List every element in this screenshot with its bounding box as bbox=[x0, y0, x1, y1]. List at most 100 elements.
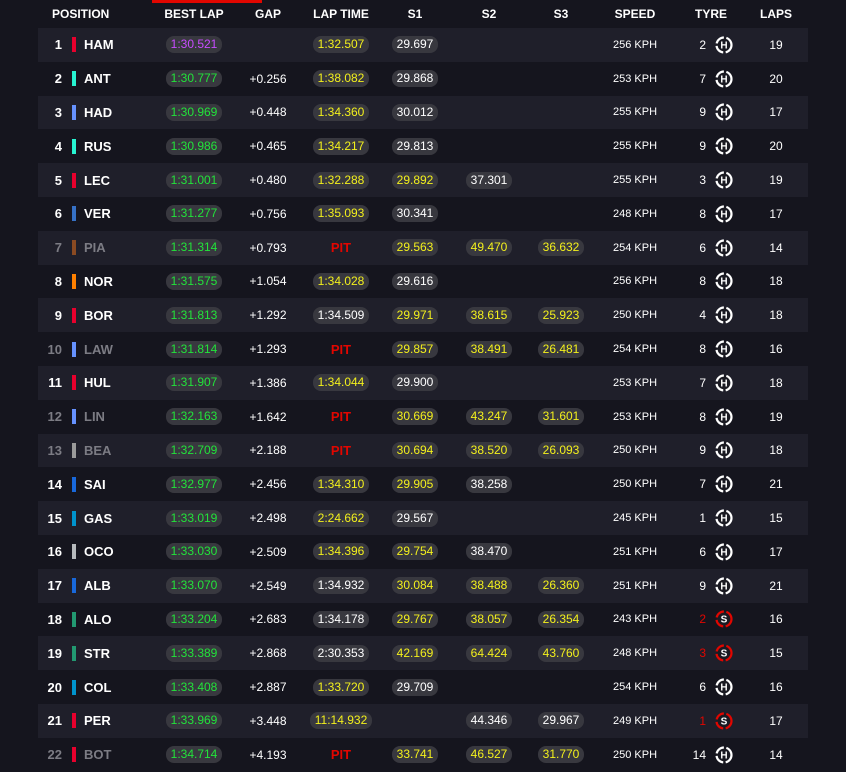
best-lap-cell: 1:31.907 bbox=[158, 366, 230, 400]
lap-time: 1:34.217 bbox=[312, 137, 370, 155]
driver-cell: BOT bbox=[84, 738, 144, 772]
gap-value: +2.188 bbox=[249, 443, 287, 458]
position-cell: 16 bbox=[38, 535, 62, 569]
best-lap-cell: 1:34.714 bbox=[158, 738, 230, 772]
speed-cell: 254 KPH bbox=[600, 231, 670, 265]
gap-cell: +2.188 bbox=[236, 434, 300, 468]
best-lap-time: 1:31.907 bbox=[165, 374, 223, 392]
s2-time: 38.470 bbox=[465, 543, 513, 561]
header-s2[interactable]: S2 bbox=[456, 0, 522, 28]
position-number: 12 bbox=[47, 409, 62, 425]
tyre-compound-letter: H bbox=[720, 514, 727, 525]
table-row[interactable]: 20 COL 1:33.408 +2.887 1:33.720 29.709 254 KPH… bbox=[38, 670, 808, 704]
position-number: 9 bbox=[54, 307, 62, 323]
table-row[interactable]: 21 PER 1:33.969 +3.448 11:14.932 44.346 29.967… bbox=[38, 703, 808, 738]
s1-time: 29.857 bbox=[391, 340, 439, 358]
table-row[interactable]: 13 BEA 1:32.709 +2.188 PIT 30.694 38.520 26.093… bbox=[38, 433, 808, 468]
s2-cell bbox=[456, 265, 522, 299]
tyre-cell: 1S bbox=[688, 704, 734, 738]
table-row[interactable]: 3 HAD 1:30.969 +0.448 1:34.360 30.012 255 KPH 9… bbox=[38, 95, 808, 130]
tyre-compound-letter: H bbox=[720, 142, 727, 153]
hard-tyre-icon: H bbox=[715, 36, 733, 54]
laps-count: 19 bbox=[769, 173, 783, 188]
s1-time: 29.900 bbox=[391, 374, 439, 392]
table-row[interactable]: 18 ALO 1:33.204 +2.683 1:34.178 29.767 38.057 2… bbox=[38, 602, 808, 637]
s1-cell: 33.741 bbox=[382, 738, 448, 772]
laps-cell: 17 bbox=[750, 96, 802, 130]
header-s3[interactable]: S3 bbox=[528, 0, 594, 28]
driver-code: HAD bbox=[84, 104, 113, 120]
driver-code: PIA bbox=[84, 240, 106, 256]
table-row[interactable]: 10 LAW 1:31.814 +1.293 PIT 29.857 38.491 26.481… bbox=[38, 332, 808, 366]
tyre-age: 8 bbox=[699, 342, 706, 357]
speed-value: 255 KPH bbox=[612, 106, 658, 119]
header-s1[interactable]: S1 bbox=[382, 0, 448, 28]
gap-value: +1.054 bbox=[249, 274, 287, 289]
s3-cell bbox=[528, 62, 594, 96]
table-row[interactable]: 2 ANT 1:30.777 +0.256 1:38.082 29.868 253 KPH 7… bbox=[38, 61, 808, 96]
best-lap-cell: 1:32.163 bbox=[158, 400, 230, 434]
hard-tyre-icon: H bbox=[715, 374, 733, 392]
gap-value: +0.480 bbox=[249, 173, 287, 188]
table-row[interactable]: 19 STR 1:33.389 +2.868 2:30.353 42.169 64.424 4… bbox=[38, 636, 808, 671]
table-row[interactable]: 15 GAS 1:33.019 +2.498 2:24.662 29.567 245 KPH… bbox=[38, 501, 808, 535]
team-color-cell bbox=[72, 96, 76, 130]
table-row[interactable]: 12 LIN 1:32.163 +1.642 PIT 30.669 43.247 31.601… bbox=[38, 399, 808, 434]
table-row[interactable]: 11 HUL 1:31.907 +1.386 1:34.044 29.900 253 KPH… bbox=[38, 365, 808, 400]
speed-cell: 255 KPH bbox=[600, 96, 670, 130]
soft-tyre-icon: S bbox=[715, 644, 733, 662]
team-color-cell bbox=[72, 129, 76, 163]
table-row[interactable]: 7 PIA 1:31.314 +0.793 PIT 29.563 49.470 36.632 2… bbox=[38, 230, 808, 265]
speed-value: 256 KPH bbox=[612, 275, 658, 288]
speed-value: 251 KPH bbox=[612, 545, 658, 558]
s2-cell bbox=[456, 197, 522, 231]
tyre-cell: 14 H bbox=[688, 738, 734, 772]
tyre-age: 9 bbox=[699, 443, 706, 458]
laps-count: 15 bbox=[769, 646, 783, 661]
gap-cell bbox=[236, 28, 300, 62]
position-cell: 7 bbox=[38, 231, 62, 265]
tyre-age: 9 bbox=[699, 139, 706, 154]
s1-cell: 29.905 bbox=[382, 467, 448, 501]
header-speed[interactable]: SPEED bbox=[600, 0, 670, 28]
table-row[interactable]: 9 BOR 1:31.813 +1.292 1:34.509 29.971 38.615 25… bbox=[38, 298, 808, 333]
table-row[interactable]: 1 HAM 1:30.521 1:32.507 29.697 256 KPH 2 H 19 bbox=[38, 28, 808, 62]
header-position[interactable]: POSITION bbox=[52, 0, 142, 28]
best-lap-time: 1:33.019 bbox=[165, 509, 223, 527]
s3-time: 36.632 bbox=[537, 239, 585, 257]
team-color-cell bbox=[72, 163, 76, 197]
speed-cell: 255 KPH bbox=[600, 163, 670, 197]
table-row[interactable]: 5 LEC 1:31.001 +0.480 1:32.288 29.892 37.301 25… bbox=[38, 163, 808, 197]
position-number: 6 bbox=[54, 206, 62, 222]
table-row[interactable]: 6 VER 1:31.277 +0.756 1:35.093 30.341 248 KPH 8… bbox=[38, 196, 808, 231]
table-row[interactable]: 16 OCO 1:33.030 +2.509 1:34.396 29.754 38.470 2… bbox=[38, 534, 808, 569]
s2-time: 38.615 bbox=[465, 306, 513, 324]
table-row[interactable]: 17 ALB 1:33.070 +2.549 1:34.932 30.084 38.488 2… bbox=[38, 568, 808, 603]
tyre-age: 3 bbox=[699, 173, 706, 188]
tyre-compound-letter: H bbox=[720, 277, 727, 288]
header-tyre[interactable]: TYRE bbox=[688, 0, 734, 28]
table-row[interactable]: 8 NOR 1:31.575 +1.054 1:34.028 29.616 256 KPH 8… bbox=[38, 264, 808, 299]
tyre-cell: 4H bbox=[688, 298, 734, 332]
table-row[interactable]: 22 BOT 1:34.714 +4.193 PIT 33.741 46.527 31.770… bbox=[38, 737, 808, 772]
driver-code: ANT bbox=[84, 71, 111, 87]
best-lap-time: 1:34.714 bbox=[165, 746, 223, 764]
best-lap-time: 1:32.163 bbox=[165, 408, 223, 426]
tyre-compound-letter: H bbox=[720, 683, 727, 694]
table-row[interactable]: 4 RUS 1:30.986 +0.465 1:34.217 29.813 255 KPH 9… bbox=[38, 129, 808, 164]
team-color-bar bbox=[72, 510, 76, 526]
header-lap-time[interactable]: LAP TIME bbox=[306, 0, 376, 28]
tyre-cell: 6H bbox=[688, 670, 734, 704]
driver-code: COL bbox=[84, 679, 112, 695]
header-best-lap[interactable]: BEST LAP bbox=[158, 0, 230, 28]
header-laps[interactable]: LAPS bbox=[750, 0, 802, 28]
s1-time: 29.754 bbox=[391, 543, 439, 561]
driver-cell: OCO bbox=[84, 535, 144, 569]
header-gap[interactable]: GAP bbox=[236, 0, 300, 28]
lap-time-cell: 1:34.509 bbox=[306, 298, 376, 332]
table-row[interactable]: 14 SAI 1:32.977 +2.456 1:34.310 29.905 38.258 2… bbox=[38, 467, 808, 502]
position-number: 21 bbox=[47, 713, 62, 729]
team-color-cell bbox=[72, 265, 76, 299]
speed-value: 253 KPH bbox=[612, 72, 658, 85]
s1-time: 30.669 bbox=[391, 408, 439, 426]
